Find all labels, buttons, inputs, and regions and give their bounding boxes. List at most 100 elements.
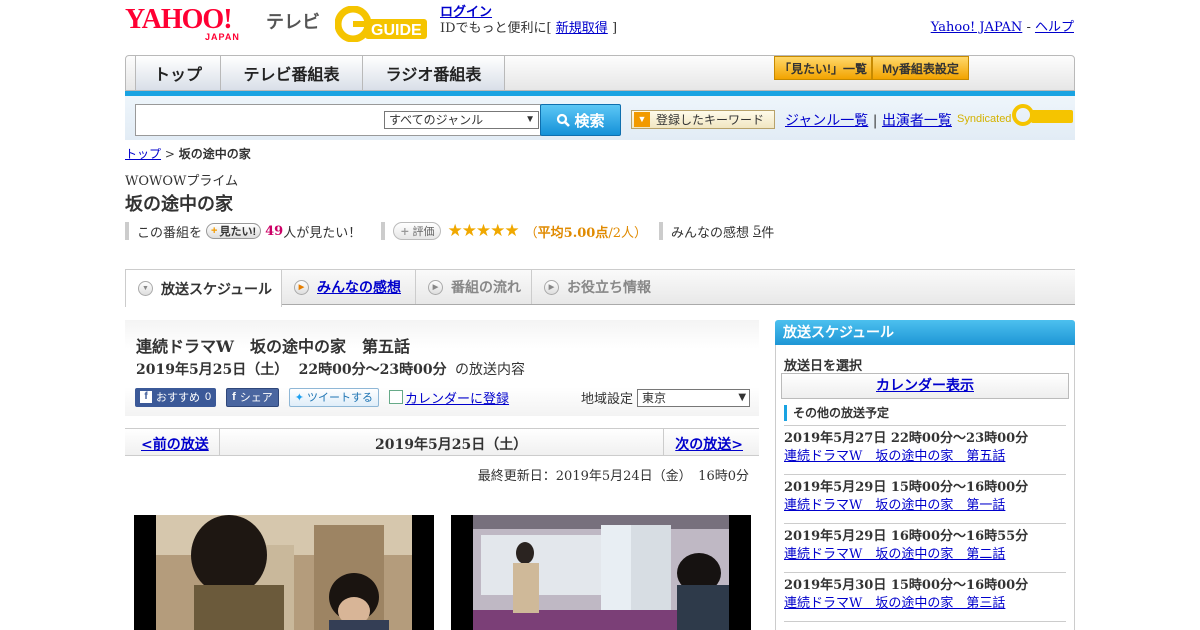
facebook-share-button[interactable]: f シェア	[226, 387, 279, 407]
yahoo-logo-sub: JAPAN	[205, 32, 240, 42]
evaluate-button[interactable]: + 評価	[393, 222, 442, 240]
tv-label: テレビ	[266, 12, 320, 32]
share-row: f おすすめ 0 f シェア ✦ ツイートする カレンダーに登録	[135, 387, 509, 407]
sidebar-header: 放送スケジュール	[775, 320, 1075, 345]
average-rating-open: （	[524, 225, 538, 241]
next-broadcast-link[interactable]: 次の放送>	[675, 434, 743, 454]
facebook-icon: f	[140, 391, 152, 403]
plus-icon: +	[211, 225, 218, 237]
mitai-segment: この番組を + 見たい! 49 人が見たい！	[125, 222, 362, 241]
help-link[interactable]: ヘルプ	[1035, 20, 1074, 35]
svg-text:GUIDE: GUIDE	[371, 22, 422, 39]
mitai-button[interactable]: + 見たい!	[206, 223, 262, 239]
impressions-label: みんなの感想	[671, 225, 750, 241]
schedule-item-divider	[784, 621, 1066, 630]
chevron-down-circle-icon: ▼	[138, 281, 153, 296]
tweet-label: ツイートする	[307, 392, 374, 404]
this-program-label: この番組を	[137, 225, 203, 241]
performer-list-link[interactable]: 出演者一覧	[882, 113, 952, 129]
impressions-count-link[interactable]: 5	[753, 224, 761, 239]
breadcrumb-separator: >	[161, 147, 179, 161]
search-button-label: 検索	[574, 112, 605, 130]
top-right-links: Yahoo! JAPAN - ヘルプ	[931, 16, 1074, 35]
tab-broadcast-schedule[interactable]: ▼ 放送スケジュール	[125, 270, 282, 307]
average-rating-people: /2人）	[608, 225, 647, 241]
schedule-title-link[interactable]: 連続ドラマW 坂の途中の家 第五話	[784, 449, 1005, 464]
nav-tab-tv-schedule[interactable]: テレビ番組表	[221, 56, 363, 90]
tab-label: お役立ち情報	[567, 279, 651, 295]
schedule-date: 2019年5月27日 22時00分～23時00分	[784, 431, 1029, 446]
login-link[interactable]: ログイン	[440, 5, 492, 20]
calendar-display-link[interactable]: カレンダー表示	[876, 378, 974, 394]
episode-suffix: の放送内容	[455, 362, 526, 378]
facebook-recommend-button[interactable]: f おすすめ 0	[135, 387, 217, 407]
twitter-bird-icon: ✦	[294, 391, 305, 404]
tab-label: 放送スケジュール	[161, 280, 273, 297]
schedule-title-link[interactable]: 連続ドラマW 坂の途中の家 第一話	[784, 498, 1005, 513]
search-button[interactable]: 検索	[540, 104, 621, 136]
register-link[interactable]: 新規取得	[556, 21, 608, 36]
facebook-share-label: シェア	[239, 392, 273, 404]
search-icon	[557, 113, 571, 127]
tab-impressions[interactable]: ▶ みんなの感想	[282, 270, 416, 304]
mitai-button-label: 見たい!	[219, 226, 257, 238]
divider	[663, 429, 664, 456]
yahoo-japan-logo[interactable]: YAHOO! JAPAN	[125, 6, 262, 43]
broadcast-date-nav: <前の放送 2019年5月25日（土） 次の放送>	[125, 428, 759, 456]
breadcrumb-top-link[interactable]: トップ	[125, 147, 161, 161]
page-title: 坂の途中の家	[125, 194, 233, 214]
calendar-register-link[interactable]: カレンダーに登録	[405, 388, 509, 407]
average-rating: （平均5.00点/2人）	[525, 222, 647, 241]
facebook-recommend-count: 0	[205, 391, 212, 403]
tab-label: 番組の流れ	[451, 279, 521, 295]
region-label: 地域設定	[581, 392, 634, 407]
yahoo-japan-link[interactable]: Yahoo! JAPAN	[931, 20, 1023, 35]
mitai-list-button[interactable]: 「見たい!」一覧	[774, 56, 872, 80]
mitai-suffix: 人が見たい！	[283, 225, 362, 241]
episode-still-1-picture	[134, 515, 434, 630]
nav-tab-radio-schedule[interactable]: ラジオ番組表	[363, 56, 505, 90]
mitai-count: 49	[265, 223, 284, 239]
chevron-down-icon: ▼	[525, 114, 535, 125]
gguide-logo[interactable]: GUIDE	[334, 5, 432, 43]
prev-broadcast-link[interactable]: <前の放送	[141, 434, 209, 454]
rating-segment: + 評価 ★★★★★ （平均5.00点/2人）	[381, 221, 647, 241]
main-nav: トップ テレビ番組表 ラジオ番組表 「見たい!」一覧 My番組表設定	[125, 55, 1075, 91]
schedule-item: 2019年5月27日 22時00分～23時00分 連続ドラマW 坂の途中の家 第…	[784, 425, 1066, 467]
genre-select[interactable]: すべてのジャンル ▼	[384, 111, 539, 129]
login-area: ログイン IDでもっと便利に[ 新規取得 ]	[440, 5, 617, 37]
registered-keyword-button[interactable]: ▼ 登録したキーワード	[631, 110, 775, 129]
nav-tab-top[interactable]: トップ	[135, 56, 221, 90]
schedule-title-link[interactable]: 連続ドラマW 坂の途中の家 第二話	[784, 547, 1005, 562]
episode-title: 連続ドラマW 坂の途中の家 第五話	[136, 337, 410, 356]
schedule-title-link[interactable]: 連続ドラマW 坂の途中の家 第三話	[784, 596, 1005, 611]
schedule-item: 2019年5月29日 16時00分～16時55分 連続ドラマW 坂の途中の家 第…	[784, 523, 1066, 565]
play-circle-icon: ▶	[544, 279, 559, 295]
plus-icon: +	[400, 224, 410, 238]
episode-time: 22時00分～23時00分	[298, 362, 447, 378]
my-schedule-button[interactable]: My番組表設定	[872, 56, 969, 80]
divider	[219, 429, 220, 456]
impressions-segment: みんなの感想 5 件	[659, 222, 774, 241]
schedule-item: 2019年5月30日 15時00分～16時00分 連続ドラマW 坂の途中の家 第…	[784, 572, 1066, 614]
calendar-display-button[interactable]: カレンダー表示	[781, 373, 1069, 399]
tab-label[interactable]: みんなの感想	[317, 277, 401, 297]
other-schedules-heading: その他の放送予定	[784, 405, 889, 421]
region-select[interactable]: 東京 ▼	[637, 388, 751, 407]
breadcrumb: トップ > 坂の途中の家	[125, 145, 251, 162]
channel-name: WOWOWプライム	[125, 174, 239, 189]
schedule-date: 2019年5月29日 15時00分～16時00分	[784, 480, 1029, 495]
link-separator: |	[868, 113, 882, 129]
program-info-row: この番組を + 見たい! 49 人が見たい！ + 評価 ★★★★★ （平均5.00点…	[125, 221, 774, 241]
schedule-item: 2019年5月29日 15時00分～16時00分 連続ドラマW 坂の途中の家 第…	[784, 474, 1066, 516]
genre-list-link[interactable]: ジャンル一覧	[785, 113, 868, 129]
region-setting: 地域設定 東京 ▼	[581, 388, 751, 407]
tweet-button[interactable]: ✦ ツイートする	[288, 387, 380, 407]
play-circle-icon: ▶	[428, 279, 443, 295]
current-broadcast-date: 2019年5月25日（土）	[375, 437, 528, 453]
calendar-icon	[389, 390, 404, 404]
episode-still-image-1	[134, 515, 434, 630]
search-links: ジャンル一覧 | 出演者一覧	[785, 110, 952, 130]
episode-still-image-2	[451, 515, 751, 630]
average-rating-value: 平均5.00点	[537, 225, 609, 241]
